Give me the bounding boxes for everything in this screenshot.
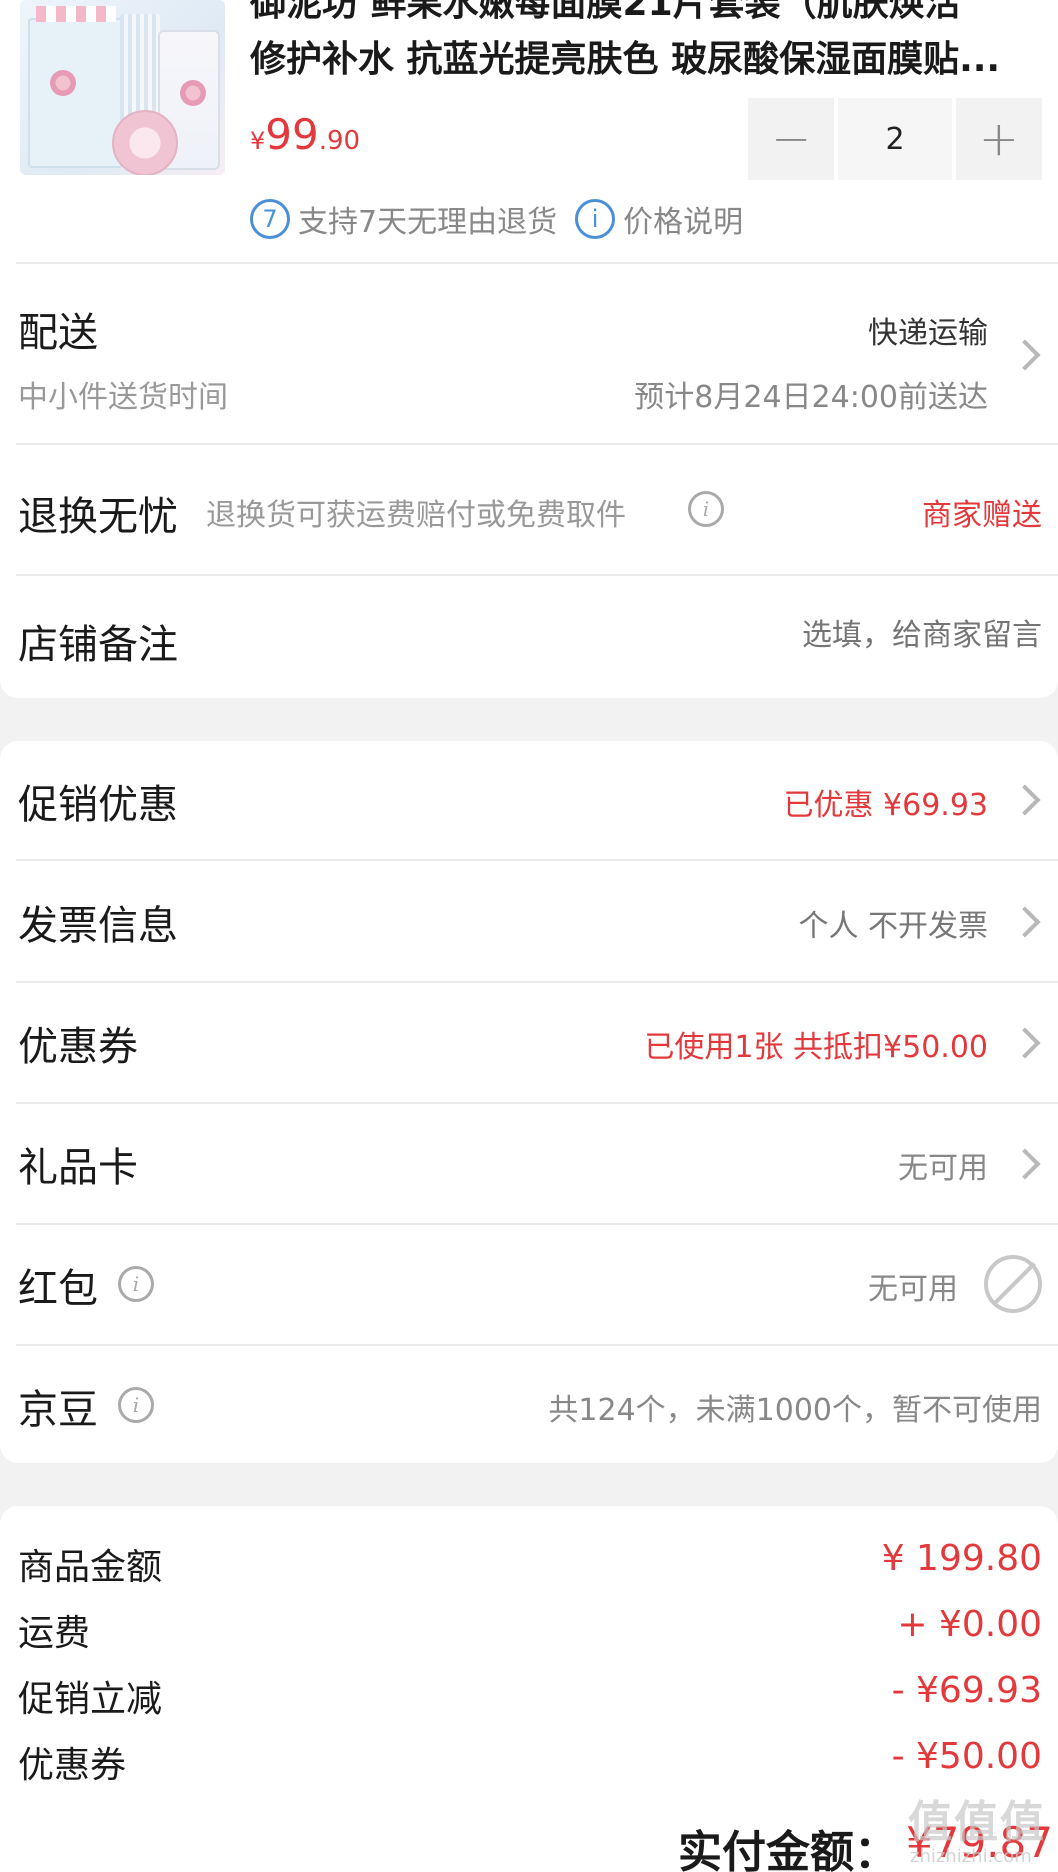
chevron-right-icon (1009, 1148, 1041, 1180)
promotion-label: 促销优惠 (18, 782, 178, 828)
quantity-input[interactable]: 2 (838, 98, 952, 180)
coupon-discount-value: - ¥50.00 (891, 1736, 1042, 1777)
divider (16, 443, 1058, 445)
jingdou-value: 共124个，未满1000个，暂不可使用 (548, 1393, 1042, 1428)
store-note-input[interactable] (560, 610, 1042, 660)
jingdou-label: 京豆 (18, 1387, 98, 1433)
giftcard-label: 礼品卡 (18, 1145, 138, 1191)
divider (16, 574, 1058, 576)
promo-discount-value: - ¥69.93 (891, 1670, 1042, 1711)
service-tags: 7 支持7天无理由退货 i 价格说明 (250, 197, 761, 241)
watermark-url: zhizhizhi.com (910, 1846, 1032, 1867)
seven-day-return-icon: 7 (250, 199, 290, 239)
divider (16, 859, 1058, 861)
redpacket-label: 红包 (18, 1266, 98, 1312)
delivery-label: 配送 (18, 310, 98, 356)
info-icon[interactable]: i (118, 1387, 154, 1423)
product-title[interactable]: 御泥坊 鲜果水嫩莓面膜21片套装（肌肤焕活 修护补水 抗蓝光提亮肤色 玻尿酸保湿… (250, 0, 1050, 88)
invoice-value: 个人 不开发票 (798, 909, 988, 944)
price-explanation-tag[interactable]: i 价格说明 (575, 197, 743, 241)
watermark-logo: 值值值 (908, 1797, 1046, 1848)
no-entry-icon (984, 1255, 1042, 1313)
coupon-value: 已使用1张 共抵扣¥50.00 (644, 1030, 988, 1065)
info-icon[interactable]: i (688, 491, 724, 527)
price-integer: 99 (265, 110, 319, 159)
store-note-label: 店铺备注 (18, 622, 178, 668)
plus-icon[interactable]: + (955, 98, 1042, 180)
price-explanation-text: 价格说明 (623, 205, 744, 240)
divider (16, 1344, 1058, 1346)
promo-discount-label: 促销立减 (18, 1679, 163, 1720)
order-product-card: 御泥坊 鲜果水嫩莓面膜21片套装（肌肤焕活 修护补水 抗蓝光提亮肤色 玻尿酸保湿… (0, 0, 1058, 698)
shipping-value: + ¥0.00 (897, 1604, 1042, 1645)
chevron-right-icon (1009, 784, 1041, 816)
seven-day-return-tag[interactable]: 7 支持7天无理由退货 (250, 197, 557, 241)
invoice-label: 发票信息 (18, 903, 178, 949)
quantity-stepper: − 2 + (748, 98, 1042, 180)
promotion-card: 促销优惠 已优惠 ¥69.93 发票信息 个人 不开发票 优惠券 已使用1张 共… (0, 741, 1058, 1463)
goods-amount-label: 商品金额 (18, 1547, 163, 1588)
goods-amount-value: ¥ 199.80 (881, 1538, 1042, 1579)
delivery-method: 快递运输 (868, 316, 988, 351)
flower-decoration (50, 70, 76, 96)
product-box-graphic (28, 6, 123, 168)
return-service-label: 退换无忧 (18, 494, 178, 540)
total-label: 实付金额： (678, 1827, 898, 1872)
divider (16, 1102, 1058, 1104)
flower-decoration (180, 80, 206, 106)
promotion-value: 已优惠 ¥69.93 (783, 788, 988, 823)
delivery-eta: 预计8月24日24:00前送达 (634, 380, 988, 415)
info-icon: i (575, 199, 616, 239)
info-icon[interactable]: i (118, 1266, 154, 1302)
giftcard-value: 无可用 (898, 1151, 988, 1186)
minus-icon[interactable]: − (748, 98, 835, 180)
product-title-line-1: 御泥坊 鲜果水嫩莓面膜21片套装（肌肤焕活 (250, 0, 961, 24)
shipping-label: 运费 (18, 1613, 91, 1654)
product-price: ¥99.90 (250, 110, 360, 159)
redpacket-value: 无可用 (868, 1272, 958, 1307)
divider (16, 262, 1058, 264)
order-summary-card: 商品金额 ¥ 199.80 运费 + ¥0.00 促销立减 - ¥69.93 优… (0, 1506, 1058, 1872)
coupon-label: 优惠券 (18, 1024, 138, 1070)
chevron-right-icon (1009, 906, 1041, 938)
divider (16, 981, 1058, 983)
product-disc-graphic (112, 110, 178, 175)
product-image[interactable] (20, 0, 225, 175)
price-decimal: .90 (318, 126, 361, 156)
return-service-desc: 退换货可获运费赔付或免费取件 (206, 498, 626, 533)
delivery-time-label: 中小件送货时间 (18, 380, 228, 415)
coupon-discount-label: 优惠券 (18, 1745, 127, 1786)
chevron-right-icon (1009, 339, 1041, 371)
seven-day-return-text: 支持7天无理由退货 (298, 205, 558, 240)
product-title-line-2: 修护补水 抗蓝光提亮肤色 玻尿酸保湿面膜贴... (250, 39, 1001, 80)
chevron-right-icon (1009, 1027, 1041, 1059)
return-service-value: 商家赠送 (922, 498, 1042, 533)
price-currency: ¥ (250, 127, 266, 155)
divider (16, 1223, 1058, 1225)
